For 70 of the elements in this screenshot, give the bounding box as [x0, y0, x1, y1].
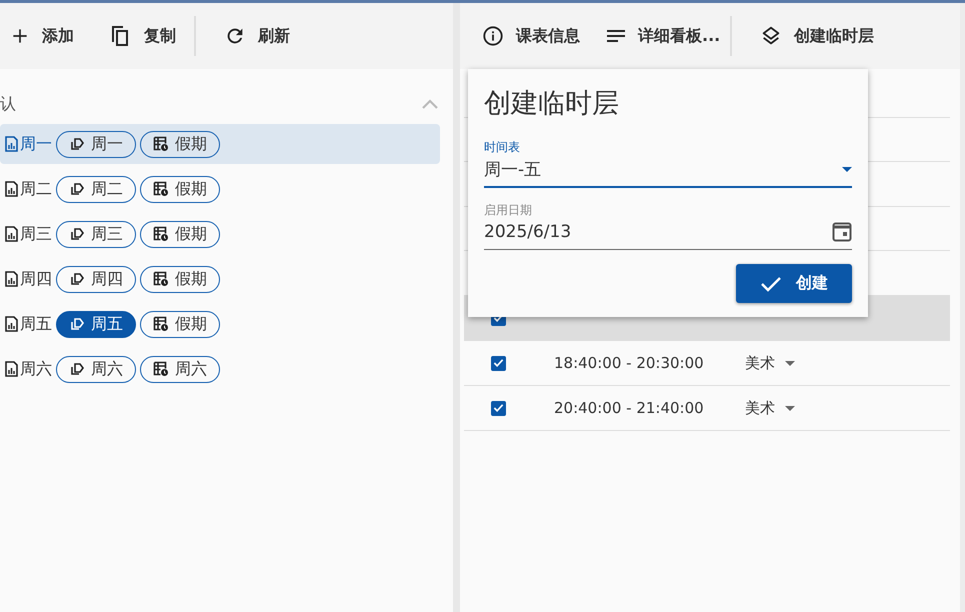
date-field[interactable]: 启用日期 2025/6/13	[484, 202, 852, 250]
report-icon	[5, 226, 18, 242]
report-icon	[5, 136, 18, 152]
tag-icon	[69, 182, 85, 196]
toolbar-button[interactable]: 刷新	[218, 17, 296, 55]
lines-icon	[606, 29, 626, 43]
calendar-clock-icon	[153, 271, 169, 287]
tag-chip[interactable]: 周五	[56, 310, 136, 338]
dialog-title: 创建临时层	[484, 87, 620, 121]
calendar-clock-icon	[153, 361, 169, 377]
item-name: 周一	[20, 134, 52, 154]
info-icon	[482, 25, 504, 47]
item-name: 周五	[20, 314, 52, 334]
create-button[interactable]: 创建	[736, 264, 852, 303]
item-name: 周四	[20, 268, 52, 290]
group-title: 认	[0, 94, 16, 114]
table-row[interactable]: 20:40:00 - 21:40:00 美术	[464, 386, 950, 431]
calendar-clock-icon	[153, 181, 169, 197]
tag-chip[interactable]: 周二	[56, 176, 136, 202]
tag-chip[interactable]: 周三	[56, 220, 136, 248]
report-icon	[5, 181, 18, 197]
toolbar-button[interactable]: 创建临时层	[754, 17, 880, 55]
checkbox[interactable]	[491, 356, 506, 370]
tag-chip[interactable]: 假期	[140, 266, 220, 292]
tag-chip[interactable]: 周一	[56, 130, 136, 158]
caret-icon	[842, 166, 852, 172]
tag-chip[interactable]: 假期	[140, 310, 220, 338]
tag-chip[interactable]: 假期	[140, 176, 220, 202]
check-icon	[493, 403, 504, 413]
tag-icon	[69, 317, 85, 331]
tag-icon	[69, 362, 85, 376]
calendar-icon[interactable]	[832, 222, 852, 242]
tag-chip[interactable]: 假期	[140, 220, 220, 248]
list-item[interactable]: 周四 周四 假期	[0, 259, 440, 299]
toolbar-button[interactable]: 详细看板...	[600, 18, 726, 54]
tag-chip[interactable]: 周六	[140, 356, 220, 382]
tag-icon	[69, 227, 85, 241]
time-range: 20:40:00 - 21:40:00	[554, 399, 705, 417]
item-name: 周二	[20, 178, 52, 200]
check-icon	[493, 358, 504, 368]
list-item[interactable]: 周五 周五 假期	[0, 304, 440, 344]
calendar-clock-icon	[153, 136, 169, 152]
list-item[interactable]: 周三 周三 假期	[0, 214, 440, 254]
subject-dropdown[interactable]: 美术	[739, 352, 801, 374]
report-icon	[5, 361, 18, 377]
check-icon	[760, 276, 782, 292]
caret-icon	[785, 406, 795, 410]
tag-chip[interactable]: 假期	[140, 130, 220, 158]
tag-icon	[69, 272, 85, 286]
calendar-clock-icon	[153, 226, 169, 242]
table-row[interactable]: 18:40:00 - 20:30:00 美术	[464, 341, 950, 386]
report-icon	[5, 316, 18, 332]
checkbox[interactable]	[491, 400, 506, 416]
list-item[interactable]: 周二 周二 假期	[0, 169, 440, 209]
tag-chip[interactable]: 周六	[56, 356, 136, 382]
toolbar-button[interactable]: 添加	[4, 18, 80, 54]
list-item[interactable]: 周一 周一 假期	[0, 124, 440, 164]
item-name: 周三	[20, 224, 52, 244]
report-icon	[5, 271, 18, 287]
calendar-clock-icon	[153, 316, 169, 332]
select-field[interactable]: 时间表 周一-五	[484, 139, 852, 188]
toolbar-button[interactable]: 复制	[102, 16, 182, 56]
tag-icon	[69, 137, 85, 151]
tag-chip[interactable]: 周四	[56, 266, 136, 292]
caret-icon	[785, 360, 795, 366]
time-range: 18:40:00 - 20:30:00	[554, 354, 705, 372]
subject-dropdown[interactable]: 美术	[739, 398, 801, 418]
list-item[interactable]: 周六 周六 周六	[0, 349, 440, 389]
toolbar-button[interactable]: 课表信息	[476, 17, 586, 55]
item-name: 周六	[20, 358, 52, 380]
